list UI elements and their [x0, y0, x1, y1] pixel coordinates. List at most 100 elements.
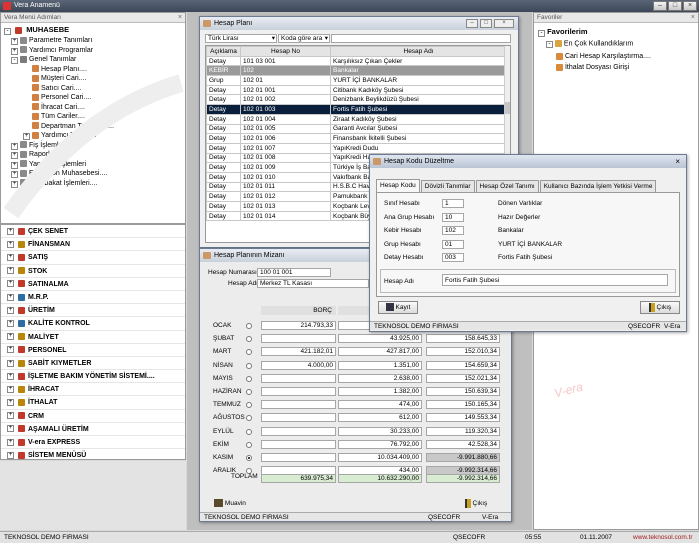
document-icon [32, 65, 39, 73]
tree-item[interactable]: - Genel Tanımlar [1, 55, 185, 65]
hesap-kodu-duzeltme-window: Hesap Kodu Düzeltme × Hesap Kodu Dövizli… [369, 154, 687, 332]
month-radio[interactable] [246, 402, 252, 409]
close-button[interactable]: × [494, 19, 514, 28]
table-row[interactable]: Detay 102 01 001 Citibank Kadıköy Şubesi [206, 84, 507, 96]
favorites-close-icon[interactable]: × [691, 14, 695, 21]
kayit-button[interactable]: Kayıt [378, 301, 418, 314]
module-menu-item[interactable]: + PERSONEL [1, 344, 185, 357]
scrollbar-thumb[interactable] [505, 102, 510, 114]
borc-header: BORÇ [261, 306, 336, 315]
module-menu-item[interactable]: + İŞLETME BAKIM YÖNETİM SİSTEMİ.... [1, 370, 185, 384]
field-code[interactable]: 1 [442, 199, 464, 208]
sort-select[interactable]: Koda göre ara ▾ [278, 34, 330, 43]
table-row[interactable]: Detay 101 03 001 Karşılıksız Çıkan Çekler [206, 55, 507, 67]
tab-kullanici-yetki[interactable]: Kullanıcı Bazında İşlem Yetkisi Verme [539, 180, 657, 192]
module-icon [18, 451, 25, 459]
field-label: Grup Hesabı [384, 240, 421, 248]
module-menu-item[interactable]: + ÜRETİM [1, 304, 185, 318]
menu-steps-panel: Vera Menü Adımları × - MUHASEBE + Paramet… [0, 12, 186, 224]
table-cell: Detay [206, 171, 241, 183]
table-row[interactable]: Detay 102 01 002 Denizbank Beylikdüzü Şube… [206, 94, 507, 106]
favorites-group[interactable]: - En Çok Kullandıklarım [546, 40, 633, 49]
month-radio[interactable] [246, 455, 252, 461]
module-menu-item[interactable]: + SATIŞ [1, 251, 185, 265]
table-cell: Garanti Avcılar Şubesi [330, 123, 507, 135]
minimize-button[interactable]: – [653, 1, 667, 11]
table-cell: 102 01 007 [240, 142, 331, 154]
hesap-adi-field[interactable]: Merkez TL Kasası [257, 279, 369, 288]
duzenleme-cikis-button[interactable]: Çıkış [640, 301, 680, 314]
muavin-button[interactable]: Muavin [210, 498, 250, 511]
module-menu-item[interactable]: + M.R.P. [1, 291, 185, 305]
month-radio[interactable] [246, 323, 252, 329]
hesap-numarasi-field[interactable]: 100 01 001 [257, 268, 331, 277]
month-label: HAZİRAN [213, 388, 242, 395]
status-url[interactable]: www.teknosol.com.tr [633, 532, 693, 543]
column-header[interactable]: Hesap Adı [330, 46, 507, 57]
module-menu-item[interactable]: + MALİYET [1, 331, 185, 344]
month-radio[interactable] [246, 336, 252, 343]
maximize-button[interactable]: □ [668, 1, 682, 11]
module-menu-item[interactable]: + AŞAMALI ÜRETİM [1, 423, 185, 436]
panel-close-icon[interactable]: × [178, 14, 182, 21]
document-icon [556, 63, 563, 71]
month-radio[interactable] [246, 362, 252, 369]
tree-item[interactable]: + Parametre Tanımları [1, 36, 185, 46]
close-button[interactable]: × [683, 1, 697, 11]
field-code[interactable]: 003 [442, 253, 464, 262]
table-row[interactable]: KEBİR 102 Bankalar [206, 65, 507, 77]
currency-select[interactable]: Türk Lirası ▾ [205, 34, 277, 43]
month-alacak-cell: 1.351,00 [338, 360, 422, 370]
folder-icon [20, 46, 27, 54]
close-icon[interactable]: × [675, 155, 680, 168]
month-radio[interactable] [246, 375, 252, 382]
month-radio[interactable] [246, 349, 252, 356]
month-radio[interactable] [246, 428, 252, 435]
module-menu-item[interactable]: + SATINALMA [1, 278, 185, 291]
module-menu-item[interactable]: + ÇEK SENET [1, 225, 185, 239]
field-code[interactable]: 102 [442, 226, 464, 235]
minimize-button[interactable]: – [466, 19, 478, 28]
tab-hesap-ozel-tanimi[interactable]: Hesap Özel Tanımı [475, 180, 539, 192]
cikis-button[interactable]: Çıkış [458, 498, 494, 511]
module-menu-item[interactable]: + İTHALAT [1, 396, 185, 410]
module-icon [18, 399, 25, 407]
module-menu-item[interactable]: + CRM [1, 410, 185, 423]
month-radio[interactable] [246, 415, 252, 422]
tree-root-muhasebe[interactable]: - MUHASEBE [4, 25, 69, 35]
module-menu-item[interactable]: + V-era EXPRESS [1, 436, 185, 450]
favorite-item[interactable]: Cari Hesap Karşılaştırma.... [556, 51, 651, 62]
field-code[interactable]: 01 [442, 239, 464, 249]
tree-item[interactable]: + Yardımcı Programlar [1, 46, 185, 56]
month-radio[interactable] [246, 389, 252, 395]
table-row[interactable]: Detay 102 01 004 Ziraat Kadıköy Şubesi [206, 113, 507, 125]
module-menu-item[interactable]: + FİNANSMAN [1, 238, 185, 252]
table-row[interactable]: Detay 102 01 003 Fortis Fatih Şubesi [206, 104, 507, 115]
module-menu-item[interactable]: + İHRACAT [1, 383, 185, 397]
tab-hesap-kodu[interactable]: Hesap Kodu [376, 179, 420, 192]
tab-dovizli-tanimlar[interactable]: Dövizli Tanımlar [420, 180, 475, 192]
app-title-bar: Vera Anamenü – □ × [0, 0, 699, 12]
column-header[interactable]: Açıklama [206, 46, 241, 57]
favorite-item[interactable]: İthalat Dosyası Girişi [556, 62, 651, 73]
module-menu-item[interactable]: + STOK [1, 265, 185, 278]
month-borc-cell [261, 400, 336, 410]
field-name: Dönen Varlıklar [498, 200, 543, 207]
field-label: Kebir Hesabı [384, 227, 422, 234]
table-row[interactable]: Detay 102 01 007 YapıKredi Dudu [206, 142, 507, 154]
table-row[interactable]: Detay 102 01 005 Garanti Avcılar Şubesi [206, 123, 507, 135]
table-row[interactable]: Grup 102 01 YURT İÇİ BANKALAR [206, 75, 507, 86]
search-input[interactable] [331, 34, 511, 43]
module-icon [18, 267, 25, 275]
month-alacak-cell: 43.925,00 [338, 334, 422, 344]
month-borc-cell: 214.793,33 [261, 321, 336, 330]
month-radio[interactable] [246, 441, 252, 448]
module-menu-item[interactable]: + SABİT KIYMETLER [1, 357, 185, 371]
module-icon [18, 319, 25, 327]
field-code[interactable]: 10 [442, 212, 464, 222]
table-row[interactable]: Detay 102 01 006 Finansbank İkitelli Şubes… [206, 133, 507, 144]
column-header[interactable]: Hesap No [240, 46, 331, 57]
module-menu-item[interactable]: + KALİTE KONTROL [1, 317, 185, 331]
month-borc-cell [261, 413, 336, 423]
maximize-button[interactable]: □ [480, 19, 492, 28]
